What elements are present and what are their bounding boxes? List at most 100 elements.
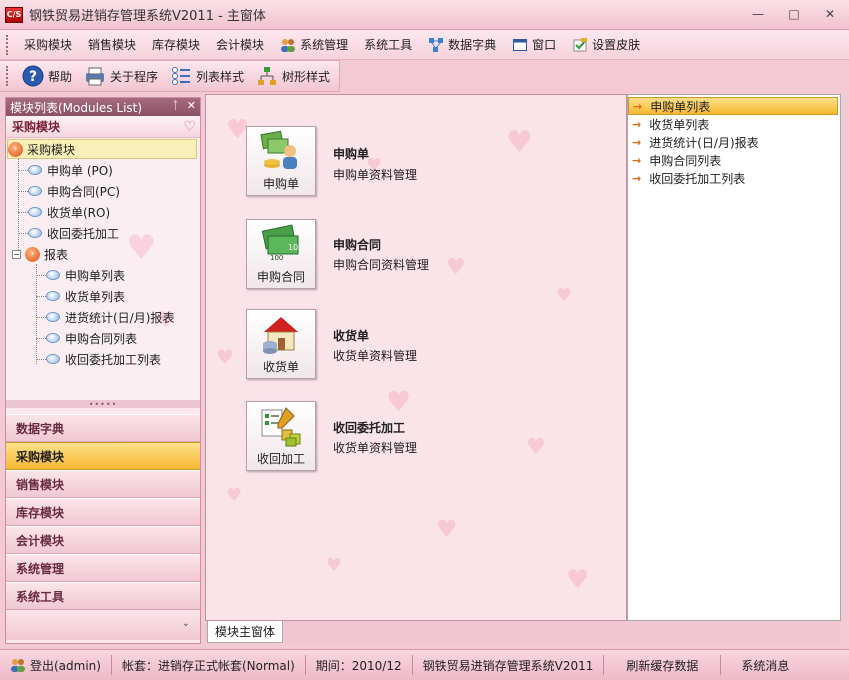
decor-heart-icon: ♥ <box>226 485 243 506</box>
processing-return-card[interactable]: 收回加工 <box>246 401 316 471</box>
report-list-item[interactable]: → 进货统计(日/月)报表 <box>628 133 840 151</box>
maximize-button[interactable]: □ <box>783 5 805 23</box>
chevron-down-icon[interactable]: ⌄ <box>182 618 190 629</box>
minimize-button[interactable]: — <box>747 5 769 23</box>
tab-strip: 模块主窗体 <box>205 621 841 643</box>
purchase-request-card[interactable]: 申购单 <box>246 126 316 196</box>
menu-window[interactable]: 窗口 <box>504 33 564 57</box>
refresh-label: 刷新缓存数据 <box>626 658 699 673</box>
menu-grip[interactable] <box>6 34 10 55</box>
arrow-right-icon: → <box>632 171 642 185</box>
tab-main-window[interactable]: 模块主窗体 <box>207 621 283 643</box>
module-label: 销售模块 <box>16 477 65 492</box>
group-title[interactable]: 采购模块 ♡ <box>6 116 200 138</box>
tree-style-button[interactable]: 树形样式 <box>250 63 336 89</box>
report-list-item[interactable]: → 申购合同列表 <box>628 151 840 169</box>
tree-item[interactable]: 申购合同列表 <box>46 328 137 348</box>
tree-item[interactable]: 申购单 (PO) <box>28 160 113 180</box>
card-title[interactable]: 申购单 <box>333 145 369 162</box>
tree-label: 收货单(RO) <box>47 205 111 220</box>
pin-icon[interactable]: ᛏ <box>172 99 179 112</box>
menu-skin-settings[interactable]: 设置皮肤 <box>564 33 648 57</box>
module-system-tools[interactable]: 系统工具 <box>6 582 200 610</box>
arrow-right-icon: → <box>632 153 642 167</box>
module-sales[interactable]: 销售模块 <box>6 470 200 498</box>
tree-item[interactable]: 收货单列表 <box>46 286 125 306</box>
decor-heart-icon: ♥ <box>326 555 343 576</box>
module-label: 系统工具 <box>16 589 65 604</box>
tree-label: 收回委托加工列表 <box>65 352 162 367</box>
about-button[interactable]: 关于程序 <box>78 63 164 89</box>
tree-item[interactable]: 申购合同(PC) <box>28 181 120 201</box>
refresh-cache-status[interactable]: 刷新缓存数据 <box>604 655 722 675</box>
close-button[interactable]: ✕ <box>819 5 841 23</box>
node-icon <box>46 354 60 364</box>
menu-label: 数据字典 <box>448 38 497 52</box>
tree-item[interactable]: 收货单(RO) <box>28 202 110 222</box>
user-icon <box>10 657 26 673</box>
panel-close-icon[interactable]: ✕ <box>187 99 196 112</box>
purchase-contract-card[interactable]: 100 100 申购合同 <box>246 219 316 289</box>
report-list-item[interactable]: → 申购单列表 <box>628 97 838 115</box>
toolbar-grip[interactable] <box>6 66 10 86</box>
menu-inventory[interactable]: 库存模块 <box>144 33 208 57</box>
menu-purchase[interactable]: 采购模块 <box>16 33 80 57</box>
list-style-button[interactable]: 列表样式 <box>164 63 250 89</box>
tree-item[interactable]: 进货统计(日/月)报表 <box>46 307 174 327</box>
decor-heart-icon: ♥ <box>556 285 573 306</box>
menu-label: 系统工具 <box>364 38 413 52</box>
account-label: 帐套：进销存正式帐套(Normal) <box>121 658 295 673</box>
menu-bar: 采购模块 销售模块 库存模块 会计模块 系统管理 系统工具 数据字典 窗口 设置… <box>0 30 849 60</box>
module-accounting[interactable]: 会计模块 <box>6 526 200 554</box>
module-purchase[interactable]: 采购模块 <box>6 442 200 470</box>
window-icon <box>512 37 528 53</box>
decor-heart-icon: ♥ <box>506 125 533 160</box>
report-list-item[interactable]: → 收货单列表 <box>628 115 840 133</box>
logout-status[interactable]: 登出(admin) <box>0 655 112 675</box>
report-list-item[interactable]: → 收回委托加工列表 <box>628 169 840 187</box>
tree-node-reports[interactable]: − › 报表 <box>12 244 68 264</box>
receipt-card[interactable]: 收货单 <box>246 309 316 379</box>
help-label: 帮助 <box>48 69 73 84</box>
tree-item[interactable]: 收回委托加工 <box>28 223 119 243</box>
node-icon <box>46 291 60 301</box>
menu-system-management[interactable]: 系统管理 <box>272 33 356 57</box>
logout-label: 登出(admin) <box>30 658 101 673</box>
module-inventory[interactable]: 库存模块 <box>6 498 200 526</box>
node-icon <box>28 165 42 175</box>
menu-label: 销售模块 <box>88 38 137 52</box>
report-label: 申购单列表 <box>650 99 711 114</box>
menu-data-dictionary[interactable]: 数据字典 <box>420 33 504 57</box>
card-title[interactable]: 收货单 <box>333 327 369 344</box>
card-label: 收货单 <box>262 360 299 374</box>
menu-accounting[interactable]: 会计模块 <box>208 33 272 57</box>
node-icon <box>28 207 42 217</box>
system-messages-status[interactable]: 系统消息 <box>721 655 809 675</box>
card-description: 申购单资料管理 <box>333 168 418 182</box>
tree-label: 收货单列表 <box>65 289 126 304</box>
menu-label: 会计模块 <box>216 38 265 52</box>
tree-label: 进货统计(日/月)报表 <box>65 310 175 325</box>
main-area: ♥ ♥ ♥ ♥ ♥ ♥ ♥ ♥ ♥ ♥ ♥ ♥ 申购单 申购单 申购单资料管理 … <box>205 94 627 621</box>
card-title[interactable]: 申购合同 <box>333 236 381 253</box>
panel-splitter[interactable]: ••••• <box>6 400 200 409</box>
period-status: 期间：2010/12 <box>306 655 413 675</box>
about-label: 关于程序 <box>110 69 159 84</box>
help-button[interactable]: ? 帮助 <box>16 63 78 89</box>
collapse-icon[interactable]: − <box>12 249 21 259</box>
tree-label: 采购模块 <box>27 142 76 157</box>
module-data-dictionary[interactable]: 数据字典 <box>6 414 200 442</box>
tab-label: 模块主窗体 <box>214 625 275 639</box>
menu-system-tools[interactable]: 系统工具 <box>356 33 420 57</box>
report-list-panel: → 申购单列表 → 收货单列表 → 进货统计(日/月)报表 → 申购合同列表 →… <box>627 94 841 621</box>
toolbar: ? 帮助 关于程序 列表样式 树形样式 <box>0 60 340 92</box>
tree-item[interactable]: 申购单列表 <box>46 265 125 285</box>
card-label: 收回加工 <box>256 452 305 466</box>
tree-item[interactable]: 收回委托加工列表 <box>46 349 161 369</box>
warehouse-icon <box>258 312 304 356</box>
card-title[interactable]: 收回委托加工 <box>333 419 405 436</box>
tree-root-purchase[interactable]: › 采购模块 <box>7 139 197 159</box>
module-system-management[interactable]: 系统管理 <box>6 554 200 582</box>
menu-sales[interactable]: 销售模块 <box>80 33 144 57</box>
menu-label: 系统管理 <box>300 38 349 52</box>
